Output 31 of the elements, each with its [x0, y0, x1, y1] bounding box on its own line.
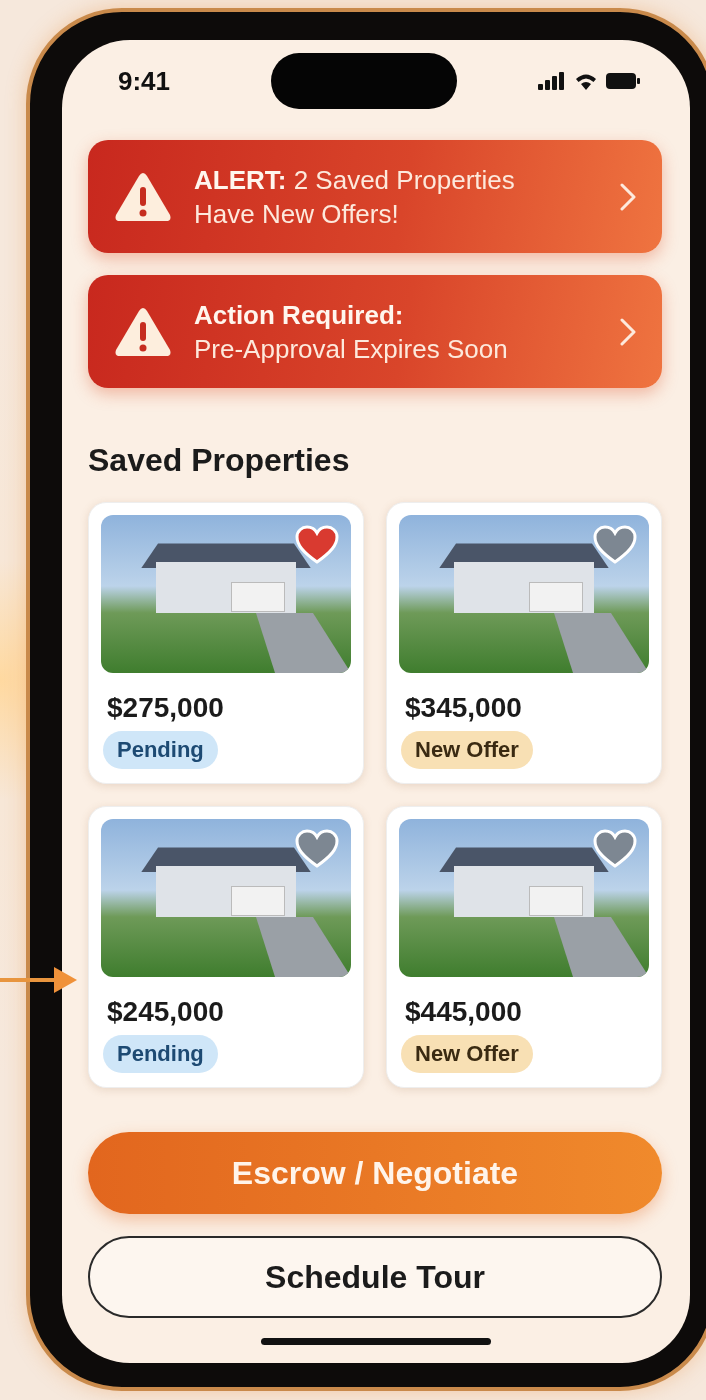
chevron-right-icon [620, 182, 636, 211]
property-card[interactable]: $245,000 Pending [88, 806, 364, 1088]
property-card[interactable]: $345,000 New Offer [386, 502, 662, 784]
arrow-icon [0, 964, 78, 996]
section-title: Saved Properties [88, 441, 351, 480]
status-time: 9:41 [118, 65, 171, 97]
property-card[interactable]: $445,000 New Offer [386, 806, 662, 1088]
status-badge: Pending [103, 731, 218, 769]
status-badge: New Offer [401, 1035, 533, 1073]
battery-icon [606, 73, 640, 89]
property-price: $445,000 [405, 995, 523, 1029]
alert-message: Action Required: Pre-Approval Expires Soon [194, 298, 509, 366]
property-price: $245,000 [107, 995, 225, 1029]
heart-icon[interactable] [295, 525, 339, 565]
warning-icon [114, 306, 172, 357]
property-card[interactable]: $275,000 Pending [88, 502, 364, 784]
warning-icon [114, 171, 172, 222]
alert-banner[interactable]: ALERT: 2 Saved Properties Have New Offers! [88, 140, 662, 253]
heart-icon[interactable] [593, 829, 637, 869]
schedule-button[interactable]: Schedule Tour [88, 1236, 662, 1318]
status-badge: Pending [103, 1035, 218, 1073]
alert-message: ALERT: 2 Saved Properties Have New Offers! [194, 163, 516, 231]
property-price: $345,000 [405, 691, 523, 725]
alert-banner[interactable]: Action Required: Pre-Approval Expires Soon [88, 275, 662, 388]
heart-icon[interactable] [593, 525, 637, 565]
chevron-right-icon [620, 317, 636, 346]
signal-icon [538, 72, 566, 90]
heart-icon[interactable] [295, 829, 339, 869]
status-badge: New Offer [401, 731, 533, 769]
property-price: $275,000 [107, 691, 225, 725]
wifi-icon [574, 72, 598, 90]
